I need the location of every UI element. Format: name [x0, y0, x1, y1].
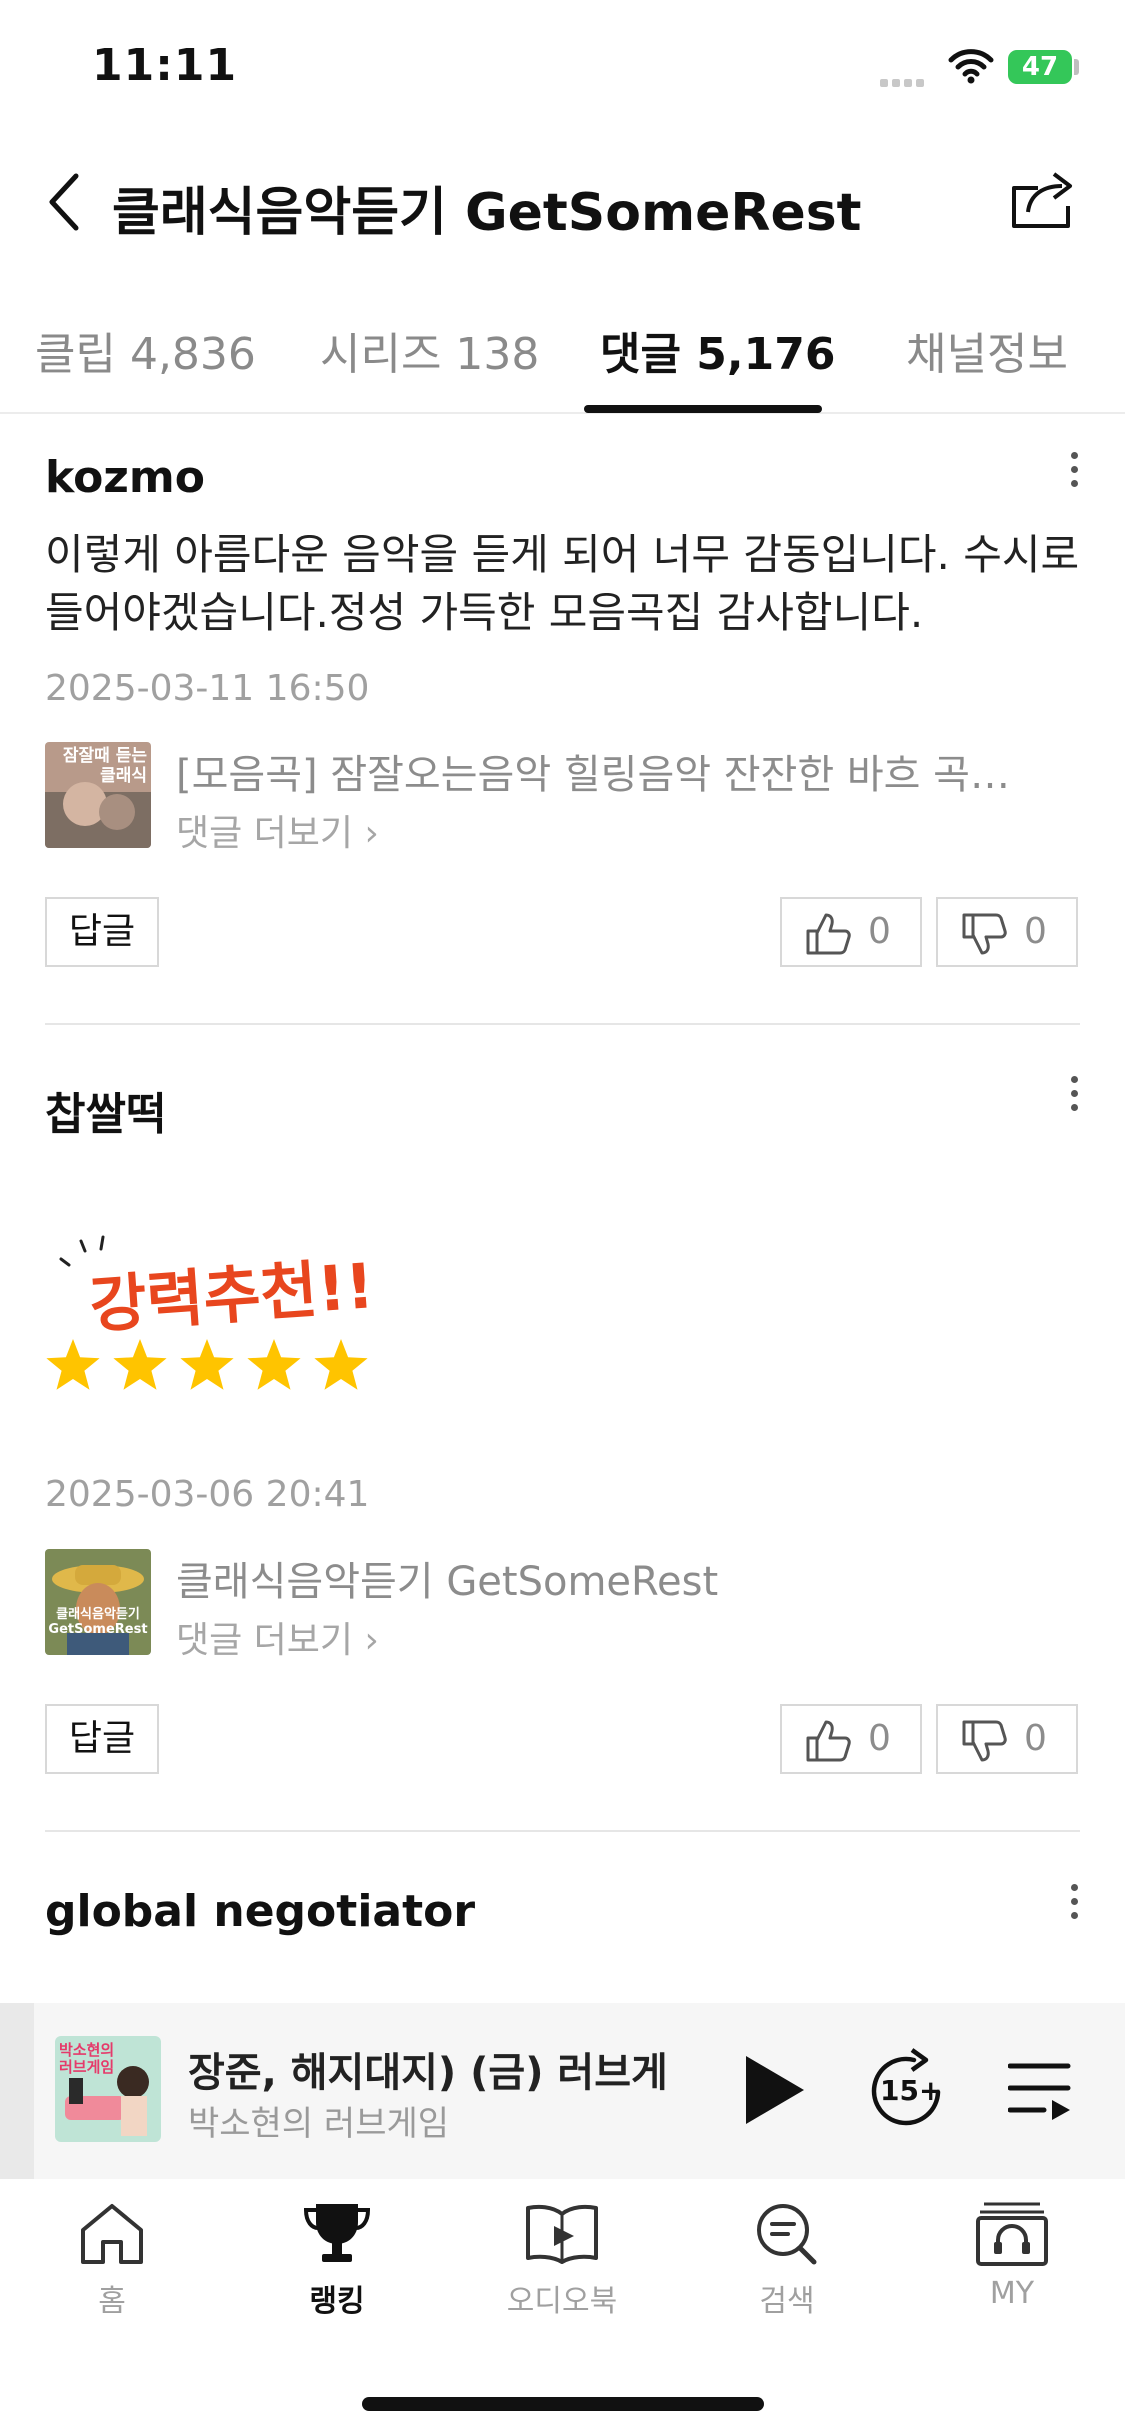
back-button[interactable]: [44, 170, 84, 238]
star-icon: [180, 1339, 234, 1390]
like-count: 0: [868, 1718, 891, 1759]
battery-icon: 47: [1008, 50, 1072, 84]
recommend-sticker: 강력추천!!: [45, 1225, 385, 1409]
trophy-icon: [303, 2204, 371, 2262]
reply-button[interactable]: 답글: [45, 897, 159, 967]
tab-series[interactable]: 시리즈 138: [320, 318, 539, 382]
tab-comments[interactable]: 댓글 5,176: [600, 318, 835, 382]
nav-audiobook-label: 오디오북: [506, 2284, 618, 2319]
source-title[interactable]: 클래식음악듣기 GetSomeRest: [176, 1549, 1056, 1607]
thumbs-up-icon: [806, 1720, 851, 1762]
more-comments-link[interactable]: 댓글 더보기 ›: [176, 804, 379, 856]
comment-text: 이렇게 아름다운 음악을 듣게 되어 너무 감동입니다. 수시로 들어야겠습니다…: [45, 530, 1080, 637]
tab-channel-info[interactable]: 채널정보: [906, 318, 1068, 382]
search-icon: [757, 2204, 817, 2265]
thumbs-down-icon: [962, 913, 1007, 955]
nav-my[interactable]: MY: [937, 2200, 1087, 2311]
nav-ranking-label: 랭킹: [309, 2284, 365, 2319]
source-title[interactable]: [모음곡] 잠잘오는음악 힐링음악 잔잔한 바흐 곡…: [176, 742, 1056, 800]
chevron-right-icon: ›: [364, 813, 379, 854]
nav-search[interactable]: 검색: [712, 2200, 862, 2320]
now-playing-subtitle: 박소현의 러브게임: [188, 2104, 450, 2144]
dislike-button[interactable]: 0: [936, 897, 1078, 967]
audiobook-icon: [526, 2204, 598, 2264]
star-icon: [46, 1339, 100, 1390]
nav-audiobook[interactable]: 오디오북: [487, 2200, 637, 2320]
more-comments-label: 댓글 더보기: [176, 813, 354, 854]
five-star-rating: [45, 1331, 385, 1405]
playlist-button[interactable]: [1007, 2060, 1074, 2124]
now-playing-title[interactable]: 장준, 해지대지) (금) 러브게: [188, 2040, 708, 2098]
share-button[interactable]: [1008, 166, 1080, 236]
battery-cap: [1074, 59, 1079, 75]
dislike-count: 0: [1024, 1718, 1047, 1759]
star-icon: [314, 1339, 368, 1390]
thumbnail-caption: 잠잘때 듣는 클래식: [62, 746, 147, 786]
status-time: 11:11: [92, 40, 238, 91]
more-options-icon[interactable]: [1068, 452, 1080, 494]
wifi-icon: [948, 48, 994, 88]
nav-my-label: MY: [989, 2276, 1035, 2311]
playlist-icon: [1007, 2063, 1071, 2120]
chevron-right-icon: ›: [364, 1620, 379, 1661]
comment-divider: [45, 1830, 1080, 1832]
page-title: 클래식음악듣기 GetSomeRest: [112, 183, 862, 243]
star-icon: [113, 1339, 167, 1390]
comment-divider: [45, 1023, 1080, 1025]
comment-author[interactable]: kozmo: [45, 452, 205, 503]
my-icon: [976, 2202, 1048, 2266]
more-options-icon[interactable]: [1068, 1076, 1080, 1118]
home-icon: [81, 2204, 143, 2264]
player-progress-edge: [0, 2003, 34, 2179]
star-icon: [247, 1339, 301, 1390]
now-playing-artwork[interactable]: 박소현의 러브게임: [55, 2036, 161, 2142]
comment-author[interactable]: global negotiator: [45, 1886, 475, 1937]
skip-forward-15-button[interactable]: 15+: [866, 2046, 950, 2136]
comment-date: 2025-03-06 20:41: [45, 1474, 370, 1515]
thumbs-up-icon: [806, 913, 851, 955]
source-thumbnail[interactable]: 클래식음악듣기 GetSomeRest: [45, 1549, 151, 1655]
home-indicator: [362, 2397, 764, 2411]
more-comments-link[interactable]: 댓글 더보기 ›: [176, 1611, 379, 1663]
cellular-signal-icon: [880, 72, 928, 91]
like-button[interactable]: 0: [780, 897, 922, 967]
like-count: 0: [868, 911, 891, 952]
reply-button[interactable]: 답글: [45, 1704, 159, 1774]
tab-clips[interactable]: 클립 4,836: [35, 318, 256, 382]
source-thumbnail[interactable]: 잠잘때 듣는 클래식: [45, 742, 151, 848]
skip-seconds-label: 15+: [880, 2074, 943, 2107]
comment-date: 2025-03-11 16:50: [45, 668, 370, 709]
nav-search-label: 검색: [759, 2284, 815, 2319]
dislike-count: 0: [1024, 911, 1047, 952]
thumbnail-caption: 클래식음악듣기 GetSomeRest: [48, 1607, 148, 1637]
thumbs-down-icon: [962, 1720, 1007, 1762]
tabs-divider: [0, 412, 1125, 414]
more-comments-label: 댓글 더보기: [176, 1620, 354, 1661]
play-button[interactable]: [740, 2052, 808, 2132]
like-button[interactable]: 0: [780, 1704, 922, 1774]
nav-ranking[interactable]: 랭킹: [262, 2200, 412, 2320]
nav-home[interactable]: 홈: [37, 2200, 187, 2320]
nav-home-label: 홈: [98, 2284, 126, 2319]
active-tab-indicator: [584, 405, 822, 413]
dislike-button[interactable]: 0: [936, 1704, 1078, 1774]
comment-author[interactable]: 찹쌀떡: [45, 1078, 166, 1142]
artwork-caption: 박소현의 러브게임: [59, 2041, 115, 2076]
play-icon: [746, 2056, 804, 2124]
more-options-icon[interactable]: [1068, 1884, 1080, 1926]
